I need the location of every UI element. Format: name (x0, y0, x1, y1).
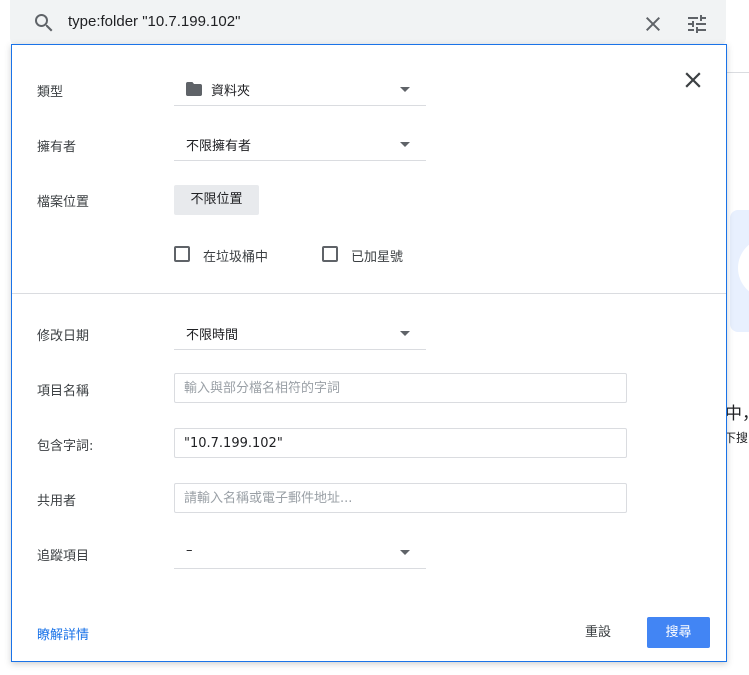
modified-label: 修改日期 (37, 329, 90, 344)
follow-up-label: 追蹤項目 (37, 549, 90, 564)
advanced-search-panel: 類型 資料夾 擁有者 不限擁有者 檔案位置 不限位置 在垃圾桶中 已加星號 修改… (11, 44, 727, 662)
tune-icon[interactable] (685, 12, 709, 36)
close-icon[interactable] (680, 67, 706, 93)
includes-words-input[interactable] (174, 428, 627, 458)
background-text: 下搜 (724, 431, 749, 445)
learn-more-link[interactable]: 瞭解詳情 (37, 624, 89, 643)
modified-select[interactable]: 不限時間 (174, 318, 426, 350)
modified-value: 不限時間 (186, 328, 239, 343)
item-name-label: 項目名稱 (37, 384, 90, 399)
owner-label: 擁有者 (37, 140, 77, 155)
caret-down-icon (400, 331, 410, 336)
trash-checkbox-label: 在垃圾桶中 (203, 250, 269, 265)
item-name-input[interactable] (174, 373, 627, 403)
type-value: 資料夾 (211, 84, 251, 99)
drive-advanced-search: 中， 下搜 type:folder "10.7.199.102" 類型 資料夾 … (0, 0, 749, 675)
owner-value: 不限擁有者 (186, 139, 252, 154)
background-card (730, 210, 749, 332)
location-chip[interactable]: 不限位置 (174, 185, 259, 215)
caret-down-icon (400, 142, 410, 147)
folder-icon (186, 82, 202, 96)
search-icon[interactable] (32, 11, 56, 35)
location-label: 檔案位置 (37, 195, 90, 210)
background-text: 中， (725, 404, 749, 424)
search-bar[interactable]: type:folder "10.7.199.102" (10, 0, 726, 46)
background-card-circle (738, 238, 749, 298)
section-divider (12, 293, 726, 294)
includes-words-label: 包含字詞: (37, 439, 94, 454)
follow-up-value: – (186, 543, 193, 558)
owner-select[interactable]: 不限擁有者 (174, 129, 426, 161)
trash-checkbox[interactable] (174, 246, 190, 262)
caret-down-icon (400, 87, 410, 92)
reset-button[interactable]: 重設 (572, 617, 624, 649)
type-select[interactable]: 資料夾 (174, 74, 426, 106)
starred-checkbox[interactable] (322, 246, 338, 262)
shared-with-label: 共用者 (37, 494, 77, 509)
background-divider (726, 72, 749, 73)
shared-with-input[interactable] (174, 483, 627, 513)
caret-down-icon (400, 550, 410, 555)
clear-search-icon[interactable] (641, 12, 665, 36)
search-query[interactable]: type:folder "10.7.199.102" (68, 13, 240, 30)
search-button[interactable]: 搜尋 (647, 617, 710, 648)
starred-checkbox-label: 已加星號 (351, 250, 404, 265)
type-label: 類型 (37, 85, 64, 100)
follow-up-select[interactable]: – (174, 537, 426, 569)
